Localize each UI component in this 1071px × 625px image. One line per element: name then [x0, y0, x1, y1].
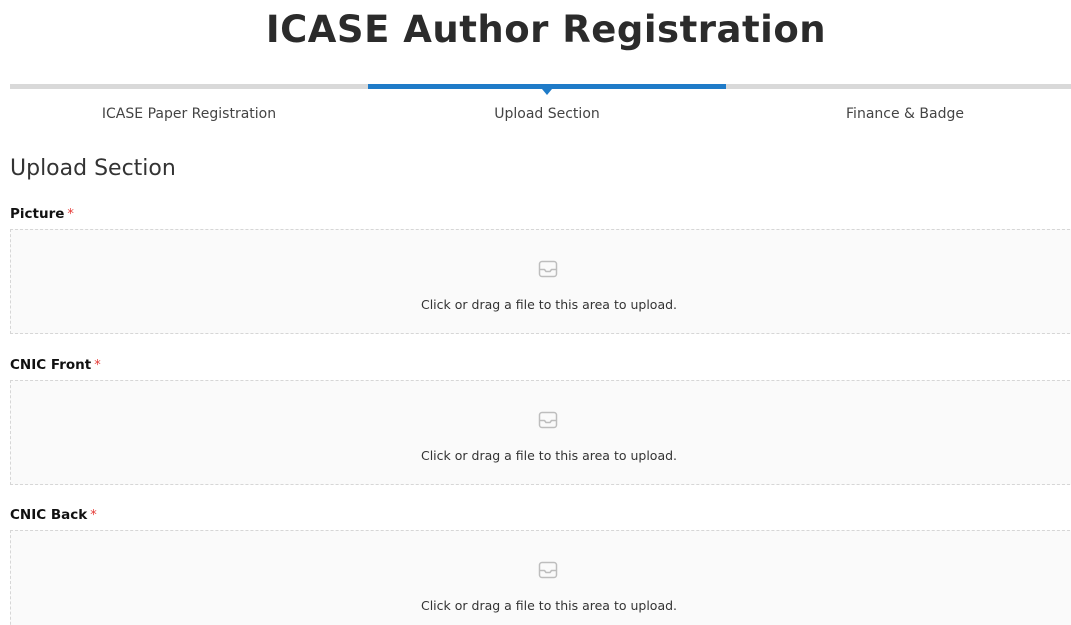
page-title: ICASE Author Registration: [265, 8, 827, 51]
upload-hint: Click or drag a file to this area to upl…: [420, 448, 678, 463]
picture-label: Picture *: [10, 206, 74, 222]
step-progress-bar: [10, 84, 368, 89]
step-label[interactable]: Finance & Badge: [726, 106, 1071, 122]
step-paper-registration[interactable]: ICASE Paper Registration: [10, 84, 368, 134]
step-progress-bar: [726, 84, 1071, 89]
cnic-front-label: CNIC Front *: [10, 357, 101, 373]
required-mark: *: [90, 508, 97, 523]
steps-nav: ICASE Paper Registration Upload Section …: [10, 84, 1071, 134]
field-label-text: CNIC Front: [10, 357, 92, 373]
field-label-text: CNIC Back: [10, 507, 88, 523]
step-label[interactable]: Upload Section: [368, 106, 726, 122]
step-upload-section[interactable]: Upload Section: [368, 84, 726, 134]
section-heading: Upload Section: [10, 156, 176, 181]
required-mark: *: [94, 358, 101, 373]
step-label[interactable]: ICASE Paper Registration: [10, 106, 368, 122]
inbox-icon: [538, 561, 558, 579]
upload-hint: Click or drag a file to this area to upl…: [420, 598, 678, 613]
cnic-front-upload-dropzone[interactable]: Click or drag a file to this area to upl…: [10, 380, 1071, 485]
field-label-text: Picture: [10, 206, 65, 222]
upload-hint: Click or drag a file to this area to upl…: [420, 297, 678, 312]
inbox-icon: [538, 411, 558, 429]
step-finance-badge[interactable]: Finance & Badge: [726, 84, 1071, 134]
picture-upload-dropzone[interactable]: Click or drag a file to this area to upl…: [10, 229, 1071, 334]
inbox-icon: [538, 260, 558, 278]
active-step-caret-icon: [542, 89, 552, 95]
page: ICASE Author Registration ICASE Paper Re…: [0, 0, 1071, 625]
cnic-back-upload-dropzone[interactable]: Click or drag a file to this area to upl…: [10, 530, 1071, 625]
required-mark: *: [67, 207, 74, 222]
cnic-back-label: CNIC Back *: [10, 507, 97, 523]
